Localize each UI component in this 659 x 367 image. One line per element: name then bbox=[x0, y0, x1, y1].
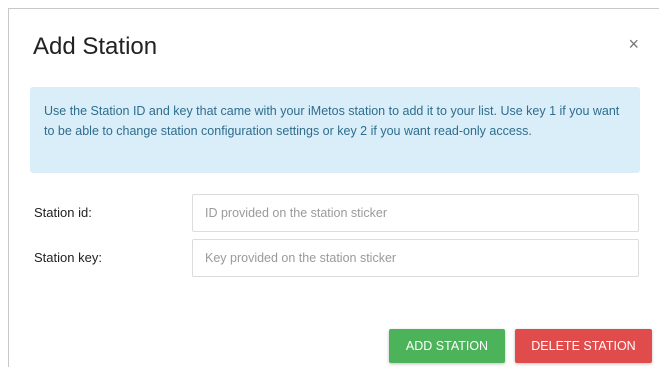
station-id-label: Station id: bbox=[34, 205, 92, 220]
add-station-dialog: Add Station × Use the Station ID and key… bbox=[8, 8, 659, 367]
add-station-button[interactable]: ADD STATION bbox=[389, 329, 505, 363]
delete-station-button[interactable]: DELETE STATION bbox=[515, 329, 652, 363]
station-id-row: Station id: bbox=[30, 194, 640, 232]
station-id-input[interactable] bbox=[192, 194, 639, 232]
info-alert: Use the Station ID and key that came wit… bbox=[30, 87, 640, 173]
station-key-row: Station key: bbox=[30, 239, 640, 277]
dialog-title: Add Station bbox=[33, 33, 158, 60]
close-icon[interactable]: × bbox=[628, 35, 639, 53]
station-key-input[interactable] bbox=[192, 239, 639, 277]
station-key-label: Station key: bbox=[34, 250, 102, 265]
